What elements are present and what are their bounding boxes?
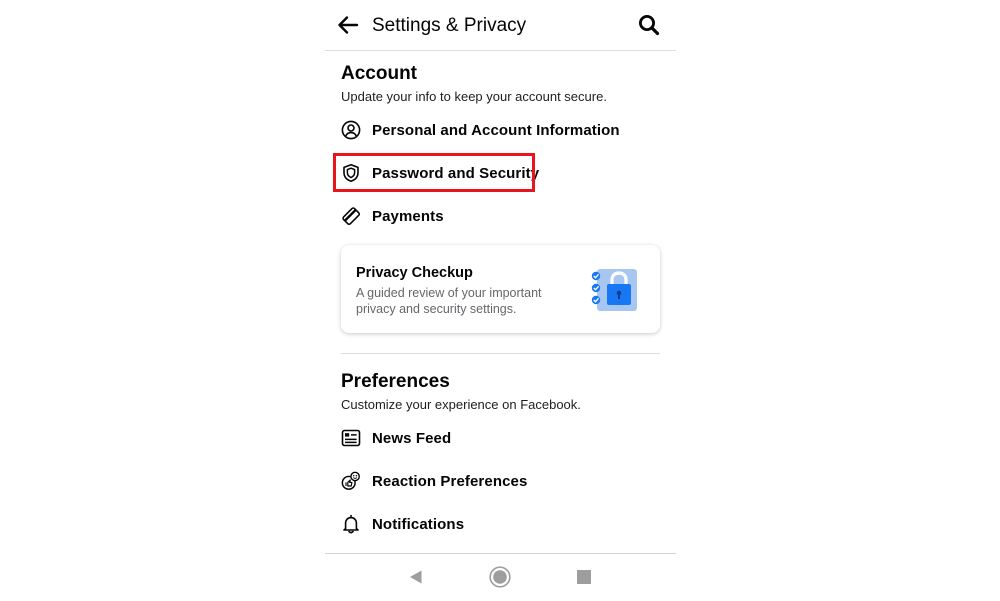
personal-account-information-label: Personal and Account Information <box>372 121 620 139</box>
account-section-title: Account <box>341 63 417 84</box>
search-icon <box>639 15 660 36</box>
notifications-label: Notifications <box>372 515 465 533</box>
bell-icon <box>341 514 361 534</box>
news-feed-label: News Feed <box>372 429 452 447</box>
section-divider <box>341 353 660 354</box>
preferences-section-title: Preferences <box>341 371 450 392</box>
privacy-checkup-description: A guided review of your important privac… <box>356 286 542 316</box>
privacy-checkup-card[interactable]: Privacy Checkup A guided review of your … <box>341 245 660 333</box>
search-button[interactable] <box>637 13 661 37</box>
reaction-icon <box>341 471 361 491</box>
page-title: Settings & Privacy <box>372 15 527 36</box>
personal-account-information-item[interactable]: Personal and Account Information <box>341 115 620 145</box>
lock-checklist-icon <box>591 269 637 311</box>
arrow-left-icon <box>338 16 359 34</box>
top-bar: Settings & Privacy <box>325 0 676 51</box>
payment-card-icon <box>341 206 361 226</box>
user-circle-icon <box>341 120 361 140</box>
back-triangle-icon <box>410 570 422 584</box>
settings-screen: Settings & Privacy Account Update your i… <box>325 0 676 601</box>
news-feed-icon <box>341 428 361 448</box>
back-button[interactable] <box>335 12 361 38</box>
password-security-item[interactable]: Password and Security <box>341 158 539 188</box>
payments-label: Payments <box>372 207 444 225</box>
payments-item[interactable]: Payments <box>341 201 444 231</box>
system-back-button[interactable] <box>405 566 427 588</box>
news-feed-item[interactable]: News Feed <box>341 423 451 453</box>
system-recents-button[interactable] <box>573 566 595 588</box>
reaction-preferences-label: Reaction Preferences <box>372 472 528 490</box>
privacy-checkup-title: Privacy Checkup <box>356 265 473 281</box>
shield-icon <box>341 163 361 183</box>
system-navigation-bar <box>325 553 676 601</box>
recents-square-icon <box>577 570 591 584</box>
system-home-button[interactable] <box>489 566 511 588</box>
preferences-section-description: Customize your experience on Facebook. <box>341 397 581 412</box>
account-section-description: Update your info to keep your account se… <box>341 89 607 104</box>
notifications-item[interactable]: Notifications <box>341 509 464 539</box>
home-circle-icon <box>489 566 511 588</box>
password-security-label: Password and Security <box>372 164 540 182</box>
reaction-preferences-item[interactable]: Reaction Preferences <box>341 466 527 496</box>
